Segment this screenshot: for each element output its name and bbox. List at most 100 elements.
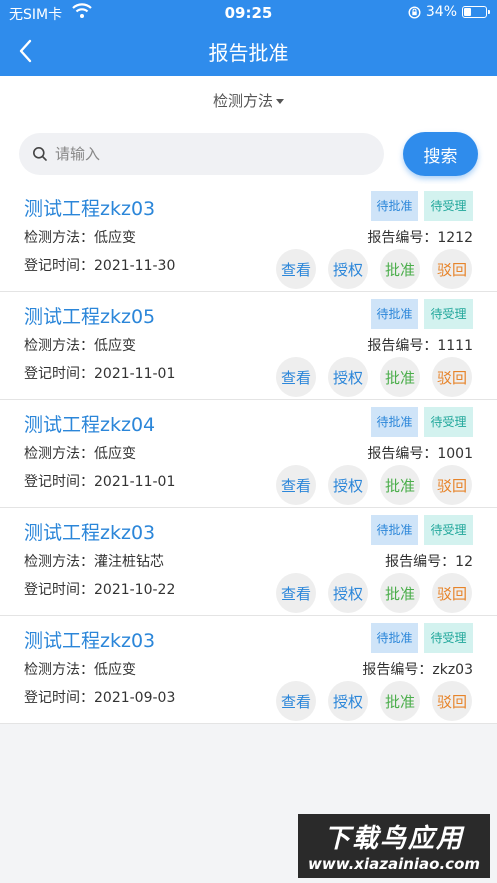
project-name[interactable]: 测试工程zkz03	[24, 518, 155, 545]
search-input[interactable]	[55, 133, 375, 175]
authorize-button[interactable]: 授权	[328, 573, 368, 613]
action-buttons: 查看 授权 批准 驳回	[276, 465, 476, 505]
status-badge-pending-acceptance: 待受理	[424, 623, 473, 653]
view-button[interactable]: 查看	[276, 465, 316, 505]
date-label: 登记时间：	[24, 258, 94, 274]
status-badge-pending-acceptance: 待受理	[424, 299, 473, 329]
approve-button[interactable]: 批准	[380, 681, 420, 721]
report-row: 报告编号：1212	[367, 227, 473, 247]
project-name[interactable]: 测试工程zkz05	[24, 302, 155, 329]
list-item[interactable]: 测试工程zkz03 待批准 待受理检测方法：低应变 报告编号：zkz03 登记时间：20…	[0, 616, 497, 724]
authorize-button[interactable]: 授权	[328, 681, 368, 721]
method-label: 检测方法：	[24, 446, 94, 462]
method-value: 低应变	[94, 662, 136, 678]
nav-bar: 报告批准	[0, 26, 497, 76]
authorize-button[interactable]: 授权	[328, 465, 368, 505]
view-button[interactable]: 查看	[276, 573, 316, 613]
report-number: 12	[455, 554, 473, 570]
filter-bar: 检测方法	[0, 76, 497, 124]
method-row: 检测方法：低应变	[24, 659, 136, 679]
battery-icon	[462, 6, 490, 18]
method-row: 检测方法：低应变	[24, 443, 136, 463]
date-label: 登记时间：	[24, 582, 94, 598]
method-label: 检测方法：	[24, 662, 94, 678]
caret-down-icon	[276, 99, 284, 104]
method-row: 检测方法：低应变	[24, 335, 136, 355]
method-label: 检测方法：	[24, 230, 94, 246]
list-item[interactable]: 测试工程zkz04 待批准 待受理检测方法：低应变 报告编号：1001 登记时间：202…	[0, 400, 497, 508]
list-item[interactable]: 测试工程zkz03 待批准 待受理 检测方法：灌注桩钻芯 报告编号：12 登记时间：202…	[0, 508, 497, 616]
reject-button[interactable]: 驳回	[432, 357, 472, 397]
registration-date: 2021-10-22	[94, 582, 176, 598]
reject-button[interactable]: 驳回	[432, 465, 472, 505]
status-badge-pending-acceptance: 待受理	[424, 515, 473, 545]
report-row: 报告编号：zkz03	[362, 659, 473, 679]
app-header: 无SIM卡 09:25 34% 报告批准	[0, 0, 497, 76]
search-row: 搜索	[0, 124, 497, 184]
view-button[interactable]: 查看	[276, 681, 316, 721]
view-button[interactable]: 查看	[276, 249, 316, 289]
action-buttons: 查看 授权 批准 驳回	[276, 681, 476, 721]
registration-date: 2021-11-01	[94, 474, 176, 490]
method-value: 低应变	[94, 446, 136, 462]
status-bar: 无SIM卡 09:25 34%	[0, 0, 497, 26]
action-buttons: 查看 授权 批准 驳回	[276, 249, 476, 289]
view-button[interactable]: 查看	[276, 357, 316, 397]
date-row: 登记时间：2021-09-03	[24, 687, 175, 707]
registration-date: 2021-09-03	[94, 690, 176, 706]
authorize-button[interactable]: 授权	[328, 249, 368, 289]
status-badge-pending-approval: 待批准	[371, 407, 418, 437]
report-label: 报告编号：	[367, 230, 438, 246]
method-label: 检测方法：	[24, 554, 94, 570]
report-number: 1212	[437, 230, 473, 246]
method-filter-dropdown[interactable]: 检测方法	[213, 90, 284, 111]
report-label: 报告编号：	[367, 446, 438, 462]
registration-date: 2021-11-30	[94, 258, 176, 274]
report-list: 测试工程zkz03 待批准 待受理 检测方法：低应变 报告编号：1212 登记时间：202…	[0, 184, 497, 724]
report-number: 1111	[437, 338, 473, 354]
action-buttons: 查看 授权 批准 驳回	[276, 357, 476, 397]
list-item[interactable]: 测试工程zkz03 待批准 待受理检测方法：低应变 报告编号：1212 登记时间：202…	[0, 184, 497, 292]
date-label: 登记时间：	[24, 366, 94, 382]
method-value: 灌注桩钻芯	[94, 554, 164, 570]
status-badge-pending-approval: 待批准	[371, 191, 418, 221]
method-row: 检测方法：低应变	[24, 227, 136, 247]
report-row: 报告编号：1001	[367, 443, 473, 463]
orientation-lock-icon	[408, 5, 421, 19]
date-row: 登记时间：2021-10-22	[24, 579, 175, 599]
date-row: 登记时间：2021-11-01	[24, 471, 175, 491]
method-row: 检测方法：灌注桩钻芯	[24, 551, 164, 571]
battery-percent: 34%	[425, 4, 457, 20]
method-label: 检测方法：	[24, 338, 94, 354]
watermark-title: 下载鸟应用	[323, 824, 464, 854]
project-name[interactable]: 测试工程zkz03	[24, 626, 155, 653]
reject-button[interactable]: 驳回	[432, 249, 472, 289]
battery-level	[464, 8, 471, 16]
approve-button[interactable]: 批准	[380, 249, 420, 289]
reject-button[interactable]: 驳回	[432, 681, 472, 721]
search-box	[19, 133, 384, 175]
search-button[interactable]: 搜索	[403, 132, 478, 176]
approve-button[interactable]: 批准	[380, 465, 420, 505]
project-name[interactable]: 测试工程zkz04	[24, 410, 155, 437]
watermark: 下载鸟应用 www.xiazainiao.com	[298, 814, 490, 878]
project-name[interactable]: 测试工程zkz03	[24, 194, 155, 221]
date-label: 登记时间：	[24, 690, 94, 706]
status-badge-pending-approval: 待批准	[371, 623, 418, 653]
report-number: 1001	[437, 446, 473, 462]
search-icon	[33, 147, 47, 161]
method-filter-label: 检测方法	[212, 92, 273, 110]
report-number: zkz03	[432, 662, 473, 678]
reject-button[interactable]: 驳回	[432, 573, 472, 613]
registration-date: 2021-11-01	[94, 366, 176, 382]
watermark-url: www.xiazainiao.com	[307, 855, 481, 873]
status-badge-pending-approval: 待批准	[371, 299, 418, 329]
approve-button[interactable]: 批准	[380, 357, 420, 397]
authorize-button[interactable]: 授权	[328, 357, 368, 397]
approve-button[interactable]: 批准	[380, 573, 420, 613]
status-badge-pending-acceptance: 待受理	[424, 407, 473, 437]
report-label: 报告编号：	[385, 554, 456, 570]
status-badge-pending-acceptance: 待受理	[424, 191, 473, 221]
list-item[interactable]: 测试工程zkz05 待批准 待受理 检测方法：低应变 报告编号：1111 登记时间：202…	[0, 292, 497, 400]
date-row: 登记时间：2021-11-01	[24, 363, 175, 383]
